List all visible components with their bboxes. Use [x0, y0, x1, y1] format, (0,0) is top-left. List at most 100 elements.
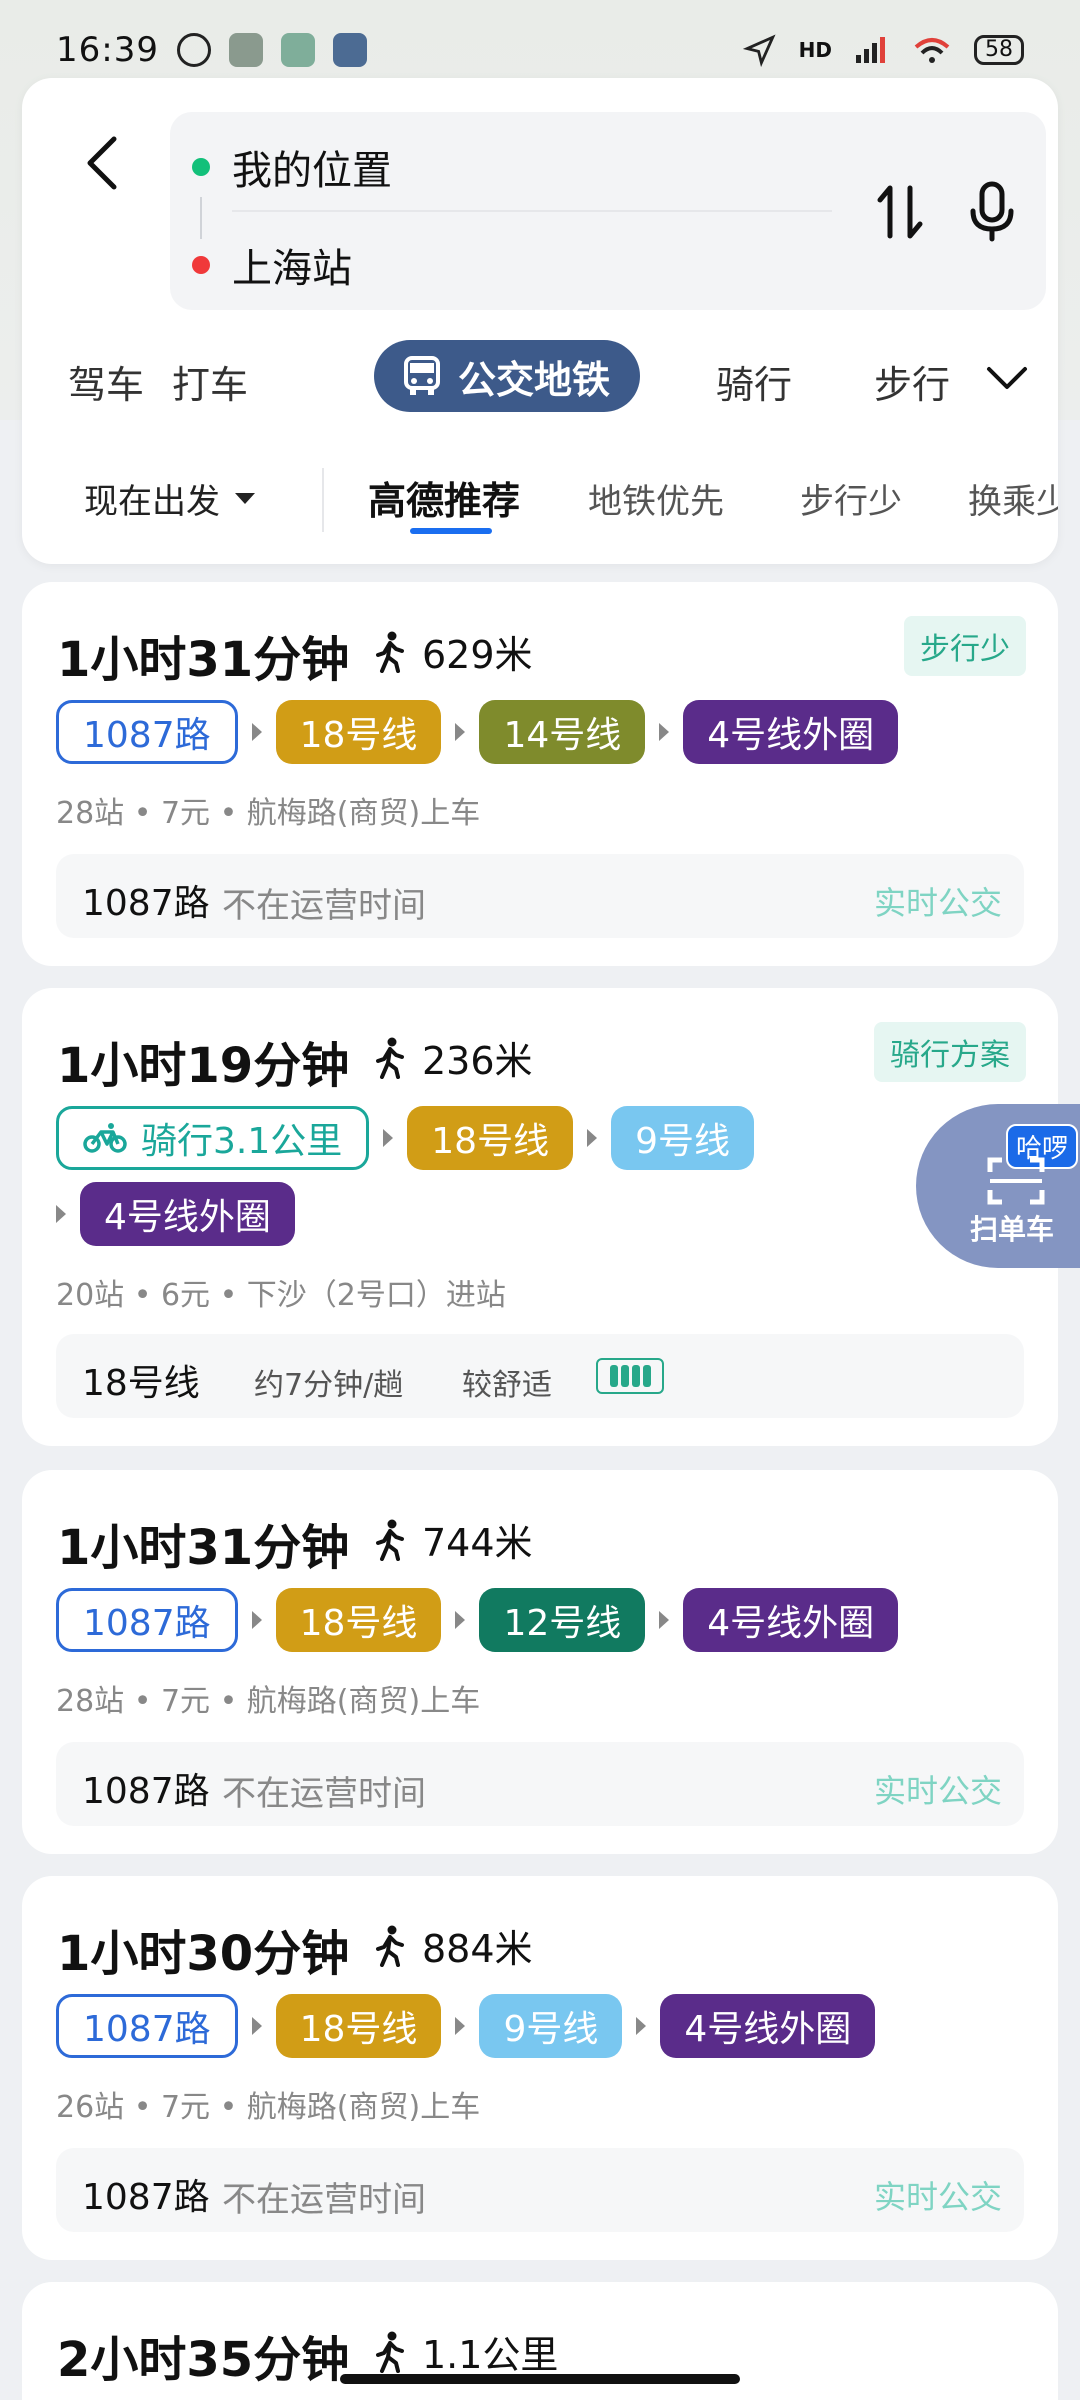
route-duration: 1小时30分钟 [57, 1926, 350, 1982]
tab-drive[interactable]: 驾车 [68, 354, 144, 409]
status-note: 不在运营时间 [222, 1774, 426, 1814]
arrow-icon [587, 1129, 598, 1147]
home-indicator [340, 2374, 740, 2384]
arrow-icon [383, 1129, 394, 1147]
route-card[interactable]: 1小时31分钟 744米 1087路 18号线 12号线 4号线外圈 28站 •… [22, 1470, 1058, 1854]
route-segments: 1087路 18号线 9号线 4号线外圈 [56, 1994, 876, 2058]
walk-distance: 1.1公里 [374, 2324, 558, 2379]
segment-chip: 4号线外圈 [660, 1994, 876, 2058]
route-duration: 1小时31分钟 [57, 1520, 350, 1576]
segment-chip: 9号线 [479, 1994, 623, 2058]
origin-text: 我的位置 [232, 148, 392, 194]
route-meta: 28站 • 7元 • 航梅路(商贸)上车 [56, 796, 481, 831]
route-segments: 骑行3.1公里 18号线 9号线 [56, 1106, 754, 1170]
walk-icon [376, 1037, 404, 1079]
route-status-bar: 1087路 不在运营时间 实时公交 [56, 2148, 1024, 2232]
app-notification-icon [332, 33, 367, 67]
route-status-bar: 18号线 约7分钟/趟 较舒适 [56, 1334, 1024, 1418]
app-notification-icon [280, 33, 315, 67]
arrow-icon [455, 1611, 466, 1629]
segment-chip: 1087路 [56, 1588, 238, 1652]
realtime-bus-link[interactable]: 实时公交 [874, 1766, 1002, 1812]
scan-bike-button[interactable]: 哈啰 扫单车 [916, 1104, 1080, 1268]
back-button[interactable] [62, 123, 142, 203]
segment-chip: 18号线 [407, 1106, 574, 1170]
route-segments: 1087路 18号线 12号线 4号线外圈 [56, 1588, 899, 1652]
travel-mode-tabs: 驾车 打车 公交地铁 骑行 步行 [22, 336, 1058, 416]
route-duration: 2小时35分钟 [57, 2332, 350, 2388]
route-status-bar: 1087路 不在运营时间 实时公交 [56, 1742, 1024, 1826]
realtime-bus-link[interactable]: 实时公交 [874, 2172, 1002, 2218]
walk-icon [376, 2331, 404, 2373]
segment-chip: 1087路 [56, 700, 238, 764]
route-filter-row: 现在出发 高德推荐 地铁优先 步行少 换乘少 [22, 458, 1058, 538]
filter-recommended[interactable]: 高德推荐 [368, 470, 520, 525]
status-line-name: 1087路 [82, 1771, 210, 1812]
segment-chip: 骑行3.1公里 [56, 1106, 370, 1170]
arrow-icon [251, 1611, 262, 1629]
tab-transit[interactable]: 公交地铁 [374, 340, 641, 412]
swap-button[interactable] [860, 172, 940, 252]
battery-level: 58 [974, 35, 1024, 65]
bus-icon [404, 356, 440, 395]
wifi-icon [914, 38, 950, 63]
signal-icon [856, 37, 885, 63]
origin-field[interactable]: 我的位置 [192, 132, 392, 202]
route-meta: 20站 • 6元 • 下沙（2号口）进站 [56, 1278, 506, 1313]
segment-chip: 4号线外圈 [683, 1588, 899, 1652]
route-card[interactable]: 1小时30分钟 884米 1087路 18号线 9号线 4号线外圈 26站 • … [22, 1876, 1058, 2260]
tab-taxi[interactable]: 打车 [172, 354, 248, 409]
scan-icon [987, 1157, 1045, 1205]
scan-bike-label: 扫单车 [970, 1213, 1055, 1246]
chevron-left-icon [87, 136, 117, 190]
destination-dot-icon [192, 256, 210, 274]
realtime-bus-link[interactable]: 实时公交 [874, 878, 1002, 924]
more-modes-button[interactable] [982, 354, 1032, 404]
filter-less-transfer[interactable]: 换乘少 [968, 474, 1058, 523]
route-search-panel: 我的位置 上海站 驾车 打车 公交地铁 骑行 步行 现在出发 高德推荐 地铁优先… [22, 78, 1058, 564]
crowd-level-icon [596, 1358, 664, 1394]
route-tag: 步行少 [904, 616, 1026, 676]
segment-chip: 14号线 [479, 700, 646, 764]
filter-subway-first[interactable]: 地铁优先 [588, 474, 724, 523]
route-segments: 1087路 18号线 14号线 4号线外圈 [56, 700, 899, 764]
arrow-icon [659, 1611, 670, 1629]
tab-walk[interactable]: 步行 [874, 354, 950, 409]
filter-less-walk[interactable]: 步行少 [800, 474, 902, 523]
route-tag: 骑行方案 [874, 1022, 1026, 1082]
network-label: HD [798, 38, 832, 62]
location-arrow-icon [742, 34, 776, 67]
destination-field[interactable]: 上海站 [192, 230, 352, 300]
route-card[interactable]: 1小时31分钟 629米 步行少 1087路 18号线 14号线 4号线外圈 2… [22, 582, 1058, 966]
arrow-icon [455, 2017, 466, 2035]
segment-chip: 12号线 [479, 1588, 646, 1652]
arrow-icon [56, 1205, 66, 1223]
route-duration: 1小时31分钟 [57, 632, 350, 688]
route-card[interactable]: 1小时19分钟 236米 骑行方案 骑行3.1公里 18号线 9号线 4号线外圈… [22, 988, 1058, 1446]
arrow-icon [251, 723, 262, 741]
comfort-text: 较舒适 [462, 1368, 552, 1403]
voice-input-button[interactable] [952, 172, 1032, 252]
chevron-down-icon [987, 367, 1027, 389]
status-line-name: 1087路 [82, 883, 210, 924]
swap-icon [877, 185, 923, 239]
origin-dot-icon [192, 158, 210, 176]
route-meta: 28站 • 7元 • 航梅路(商贸)上车 [56, 1684, 481, 1719]
depart-time-selector[interactable]: 现在出发 [84, 474, 256, 523]
arrow-icon [636, 2017, 647, 2035]
walk-icon [376, 1925, 404, 1967]
route-meta: 26站 • 7元 • 航梅路(商贸)上车 [56, 2090, 481, 2125]
status-note: 不在运营时间 [222, 2180, 426, 2220]
walk-icon [376, 631, 404, 673]
arrow-icon [455, 723, 466, 741]
segment-chip: 18号线 [275, 1994, 442, 2058]
route-status-bar: 1087路 不在运营时间 实时公交 [56, 854, 1024, 938]
tab-bike[interactable]: 骑行 [716, 354, 792, 409]
destination-text: 上海站 [232, 246, 352, 292]
bicycle-icon [83, 1123, 127, 1153]
arrow-icon [251, 2017, 262, 2035]
frequency-text: 约7分钟/趟 [254, 1368, 404, 1403]
segment-chip: 18号线 [275, 700, 442, 764]
route-input-box: 我的位置 上海站 [170, 112, 1046, 310]
segment-chip: 4号线外圈 [80, 1182, 295, 1246]
